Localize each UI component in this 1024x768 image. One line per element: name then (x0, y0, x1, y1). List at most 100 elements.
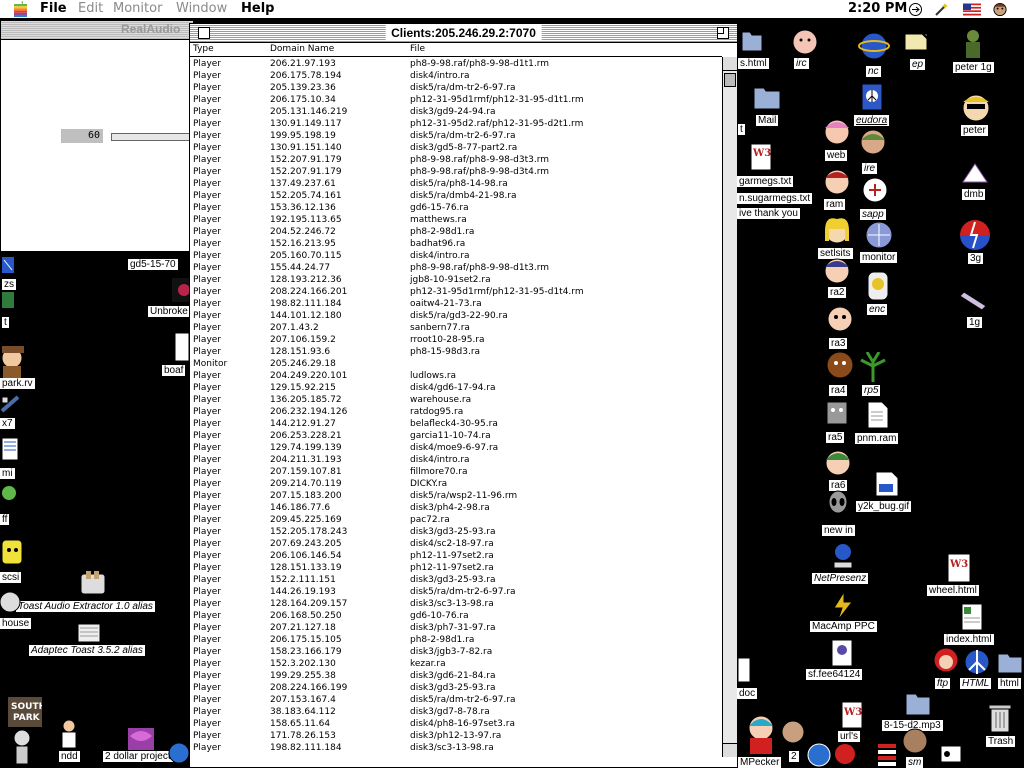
client-row[interactable]: Player 136.205.185.72 warehouse.ra (190, 394, 722, 406)
file-pnm-ram[interactable]: pnm.ram (855, 433, 899, 444)
ire-face-icon[interactable] (859, 128, 887, 160)
file-doc[interactable]: doc (737, 688, 758, 699)
client-row[interactable]: Player 158.23.166.179 disk3/jgb3-7-82.ra (190, 646, 722, 658)
column-domain-name[interactable]: Domain Name (270, 42, 334, 56)
client-row[interactable]: Player 129.74.199.139 disk4/moe9-6-97.ra (190, 442, 722, 454)
file-html[interactable]: html (998, 678, 1021, 689)
client-row[interactable]: Player 205.139.23.36 disk5/ra/dm-tr2-6-97.… (190, 82, 722, 94)
application-menu-icon[interactable] (991, 2, 1009, 17)
file-peter-1g[interactable]: peter 1g (953, 62, 994, 73)
two-dollar-project-icon[interactable] (126, 726, 156, 752)
peter-face-icon[interactable] (960, 92, 992, 124)
client-row[interactable]: Player 207.159.107.81 fillmore70.ra (190, 466, 722, 478)
file-gd5-15-70[interactable]: gd5-15-70 (128, 259, 178, 270)
file-house[interactable]: house (0, 618, 32, 629)
monitor-icon[interactable] (864, 220, 894, 250)
client-row[interactable]: Player 205.131.146.219 disk3/gd9-24-94.ra (190, 106, 722, 118)
client-row[interactable]: Player 158.65.11.64 disk4/ph8-16-97set3.ra (190, 718, 722, 730)
client-row[interactable]: Player 152.16.213.95 badhat96.ra (190, 238, 722, 250)
file-macamp-ppc[interactable]: MacAmp PPC (810, 621, 877, 632)
sf-fee-document-icon[interactable] (830, 638, 854, 668)
client-row[interactable]: Player 198.82.111.184 disk3/sc3-13-98.ra (190, 742, 722, 754)
realaudio-slider[interactable] (111, 133, 193, 141)
t-icon[interactable] (0, 290, 16, 312)
client-row[interactable]: Player 129.15.92.215 disk4/gd6-17-94.ra (190, 382, 722, 394)
client-row[interactable]: Player 207.153.167.4 disk5/ra/dm-tr2-6-97.… (190, 694, 722, 706)
w3-document-icon[interactable]: W3 (747, 142, 775, 172)
bear-face-icon[interactable] (832, 738, 858, 768)
file-boaf[interactable]: boaf (162, 365, 186, 376)
file-toast-audio-extractor[interactable]: Toast Audio Extractor 1.0 alias (16, 601, 155, 612)
file-n-sugarmegs-txt[interactable]: n.sugarmegs.txt (737, 193, 813, 204)
file-web[interactable]: web (825, 150, 848, 161)
client-row[interactable]: Player 137.49.237.61 disk5/ra/ph8-14-98.ra (190, 178, 722, 190)
zs-icon[interactable] (0, 255, 18, 277)
file-netpresenz[interactable]: NetPresenz (812, 573, 869, 584)
kenny-figure-icon[interactable] (10, 728, 34, 768)
control-strip-icon[interactable] (908, 2, 923, 17)
client-row[interactable]: Player 152.205.178.243 disk3/gd3-25-93.ra (190, 526, 722, 538)
file-t[interactable]: t (2, 317, 9, 328)
html-folder-icon[interactable] (996, 648, 1024, 676)
file-sm[interactable]: sm (906, 757, 924, 768)
file-ff[interactable]: ff (0, 514, 10, 525)
wand-icon[interactable] (934, 2, 949, 17)
scroll-down-arrow-icon[interactable] (723, 743, 737, 757)
urls-w3-icon[interactable]: W3 (838, 700, 866, 730)
file-dmb[interactable]: dmb (962, 189, 986, 200)
file-ra4[interactable]: ra4 (829, 385, 848, 396)
client-row[interactable]: Player 206.175.15.105 ph8-2-98d1.ra (190, 634, 722, 646)
file-ndd[interactable]: ndd (59, 751, 80, 762)
file-nc[interactable]: nc (866, 66, 881, 77)
client-row[interactable]: Player 152.207.91.179 ph8-9-98.raf/ph8-9-9… (190, 166, 722, 178)
file-3g[interactable]: 3g (968, 253, 984, 264)
client-row[interactable]: Player 144.101.12.180 disk5/ra/gd3-22-90.r… (190, 310, 722, 322)
trash-icon[interactable] (988, 702, 1012, 734)
ra5-face-icon[interactable] (823, 398, 851, 428)
1g-icon[interactable] (960, 284, 992, 314)
ra4-face-icon[interactable] (825, 350, 855, 382)
ep-document-icon[interactable] (903, 28, 935, 56)
client-row[interactable]: Player 204.249.220.101 ludlows.ra (190, 370, 722, 382)
menu-clock[interactable]: 2:20 PM (848, 1, 907, 16)
netscape-icon[interactable] (857, 30, 891, 62)
client-row[interactable]: Player 204.211.31.193 disk4/intro.ra (190, 454, 722, 466)
file-y2k-bug-gif[interactable]: y2k_bug.gif (856, 501, 912, 512)
file-sf-fee64124[interactable]: sf.fee64124 (806, 669, 863, 680)
client-row[interactable]: Player 152.207.91.179 ph8-9-98.raf/ph8-9-9… (190, 154, 722, 166)
scsi-icon[interactable] (0, 538, 26, 568)
file-html-caps[interactable]: HTML (960, 678, 992, 689)
client-row[interactable]: Player 38.183.64.112 disk3/gd7-8-78.ra (190, 706, 722, 718)
client-row[interactable]: Player 205.160.70.115 disk4/intro.ra (190, 250, 722, 262)
file-eudora[interactable]: eudora (854, 115, 890, 126)
menu-monitor[interactable]: Monitor (113, 1, 162, 16)
gif-document-icon[interactable] (874, 470, 900, 498)
client-row[interactable]: Player 206.21.97.193 ph8-9-98.raf/ph8-9-98… (190, 58, 722, 70)
boaf-document-icon[interactable] (175, 333, 189, 361)
client-row[interactable]: Player 130.91.151.140 disk3/gd5-8-77-part2… (190, 142, 722, 154)
client-row[interactable]: Player 171.78.26.153 disk3/ph12-13-97.ra (190, 730, 722, 742)
client-row[interactable]: Player 199.95.198.19 disk5/ra/dm-tr2-6-97.… (190, 130, 722, 142)
file-enc[interactable]: enc (867, 304, 888, 315)
client-row[interactable]: Player 155.44.24.77 ph8-9-98.raf/ph8-9-98-… (190, 262, 722, 274)
column-file[interactable]: File (410, 42, 425, 56)
client-row[interactable]: Player 144.26.19.193 disk5/ra/dm-tr2-6-97.… (190, 586, 722, 598)
toast-audio-extractor-icon[interactable] (78, 568, 108, 598)
globe-icon[interactable] (168, 742, 190, 764)
realaudio-value-field[interactable]: 60 (61, 129, 103, 143)
file-scsi[interactable]: scsi (0, 572, 22, 583)
setlists-face-icon[interactable] (822, 217, 852, 249)
adaptec-toast-icon[interactable] (76, 620, 102, 644)
mp3-folder-icon[interactable] (904, 688, 932, 718)
netpresenz-icon[interactable] (830, 542, 856, 572)
file-sugarmegs-txt[interactable]: garmegs.txt (737, 176, 794, 187)
client-row[interactable]: Player 206.175.10.34 ph12-31-95d1rmf/ph12-… (190, 94, 722, 106)
html-peace-icon[interactable] (962, 648, 992, 676)
file-t-right[interactable]: t (738, 124, 745, 135)
ra6-face-icon[interactable] (823, 448, 853, 478)
face-2-icon[interactable] (780, 718, 806, 748)
client-row[interactable]: Player 128.193.212.36 jgb8-10-91set2.ra (190, 274, 722, 286)
ra2-face-icon[interactable] (823, 257, 851, 285)
house-disk-icon[interactable] (0, 590, 22, 614)
pnm-ram-document-icon[interactable] (866, 400, 890, 430)
